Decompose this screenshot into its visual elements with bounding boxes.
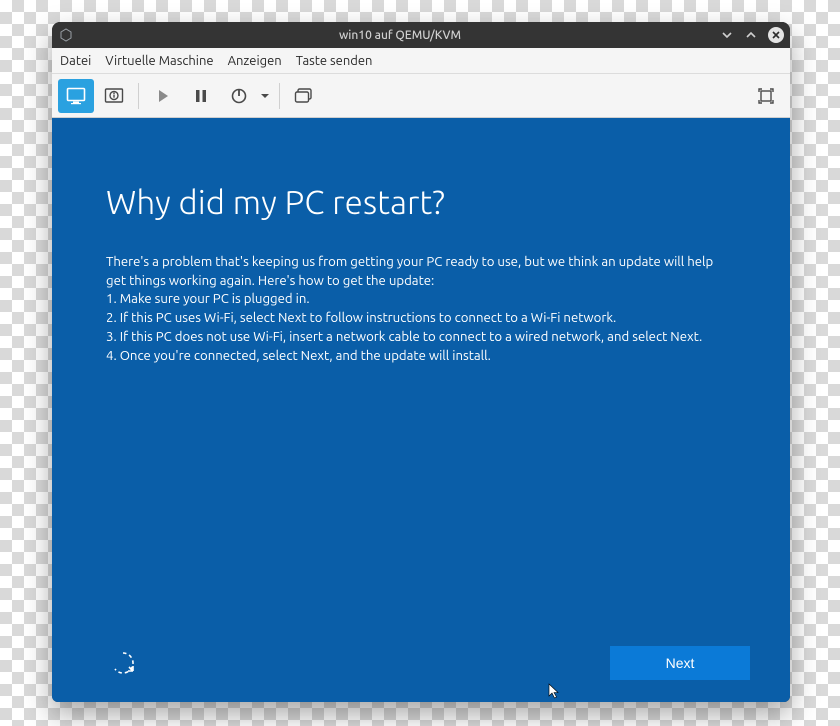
console-view-button[interactable] — [58, 79, 94, 113]
guest-display: Why did my PC restart? There's a problem… — [52, 118, 790, 702]
oobe-step-2: 2. If this PC uses Wi-Fi, select Next to… — [106, 309, 736, 328]
menu-vm[interactable]: Virtuelle Maschine — [105, 54, 213, 68]
play-button[interactable] — [145, 79, 181, 113]
details-view-button[interactable] — [96, 79, 132, 113]
menubar: Datei Virtuelle Maschine Anzeigen Taste … — [52, 48, 790, 74]
window-title: win10 auf QEMU/KVM — [80, 29, 720, 42]
power-button[interactable] — [221, 79, 257, 113]
snapshot-button[interactable] — [286, 79, 322, 113]
pause-button[interactable] — [183, 79, 219, 113]
menu-file[interactable]: Datei — [60, 54, 91, 68]
oobe-step-1: 1. Make sure your PC is plugged in. — [106, 290, 736, 309]
fullscreen-button[interactable] — [748, 79, 784, 113]
titlebar[interactable]: win10 auf QEMU/KVM — [52, 22, 790, 48]
oobe-step-3: 3. If this PC does not use Wi-Fi, insert… — [106, 328, 736, 347]
power-menu-caret-icon[interactable] — [257, 91, 273, 101]
toolbar-separator — [279, 83, 280, 109]
oobe-intro: There's a problem that's keeping us from… — [106, 253, 736, 290]
close-icon[interactable] — [768, 27, 784, 43]
menu-sendkey[interactable]: Taste senden — [296, 54, 373, 68]
toolbar — [52, 74, 790, 118]
minimize-icon[interactable] — [720, 28, 734, 42]
oobe-heading: Why did my PC restart? — [106, 184, 736, 221]
oobe-step-4: 4. Once you're connected, select Next, a… — [106, 347, 736, 366]
vm-window: win10 auf QEMU/KVM Datei Virtuelle Masch… — [52, 22, 790, 702]
next-button-label: Next — [666, 655, 695, 671]
toolbar-separator — [138, 83, 139, 109]
next-button[interactable]: Next — [610, 646, 750, 680]
ease-of-access-icon[interactable] — [108, 648, 138, 678]
maximize-icon[interactable] — [744, 28, 758, 42]
menu-view[interactable]: Anzeigen — [228, 54, 282, 68]
oobe-content: Why did my PC restart? There's a problem… — [106, 184, 736, 702]
app-icon — [58, 27, 74, 43]
